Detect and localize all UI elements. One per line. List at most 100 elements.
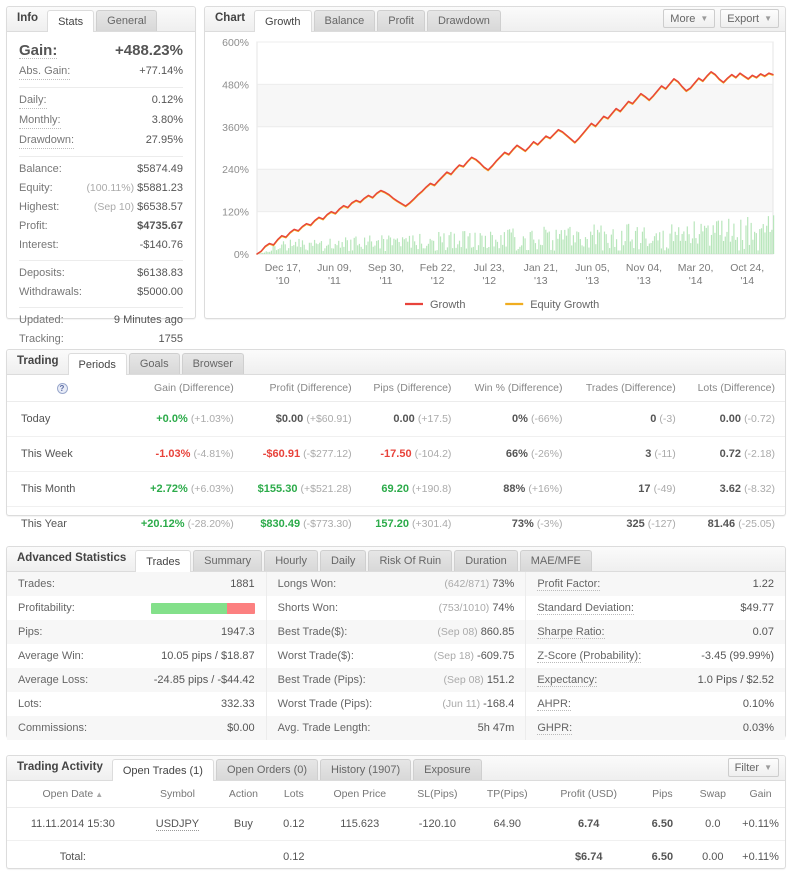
- tab-drawdown[interactable]: Drawdown: [426, 10, 501, 31]
- tab-profit[interactable]: Profit: [377, 10, 425, 31]
- stat-label: AHPR:: [537, 697, 571, 711]
- svg-text:'14: '14: [689, 275, 703, 287]
- metric-difference: (-$773.30): [303, 518, 352, 530]
- info-row-tracking: Tracking: 1755: [19, 330, 183, 349]
- tab-daily[interactable]: Daily: [319, 550, 367, 571]
- activity-col-header[interactable]: Open Price: [317, 781, 403, 808]
- advanced-stat-row: Longs Won: (642/871) 73%: [266, 572, 526, 596]
- info-row-drawdown: Drawdown: 27.95%: [19, 131, 183, 151]
- interest-value: -$140.76: [139, 239, 183, 251]
- activity-col-header[interactable]: Action: [216, 781, 271, 808]
- metric-difference: (-49): [653, 483, 676, 495]
- chevron-down-icon: ▼: [764, 762, 772, 772]
- stat-label: Longs Won:: [277, 578, 337, 590]
- tab-hourly[interactable]: Hourly: [264, 550, 318, 571]
- activity-col-header[interactable]: Open Date ▲: [7, 781, 139, 808]
- stat-label: GHPR:: [537, 721, 573, 735]
- metric-value: 0: [650, 413, 657, 425]
- activity-col-header[interactable]: TP(Pips): [472, 781, 543, 808]
- info-row-monthly: Monthly: 3.80%: [19, 111, 183, 131]
- activity-col-header[interactable]: Swap: [689, 781, 737, 808]
- symbol-link[interactable]: USDJPY: [155, 818, 200, 831]
- metric-difference: (-66%): [530, 413, 563, 425]
- activity-col-header[interactable]: Profit (USD): [542, 781, 636, 808]
- open-price-cell: 115.623: [317, 807, 403, 841]
- metric-cell: 73% (-3%): [461, 507, 572, 542]
- chart-panel-title: Chart: [215, 12, 246, 24]
- metric-cell: +20.12% (-28.20%): [127, 507, 244, 542]
- abs-gain-label: Abs. Gain:: [19, 64, 71, 80]
- info-body: Gain: +488.23% Abs. Gain: +77.14% Daily:…: [7, 32, 195, 353]
- trading-panel: Trading Periods Goals Browser ? Gain (Dif…: [6, 349, 786, 530]
- export-button[interactable]: Export ▼: [720, 9, 779, 28]
- activity-col-header[interactable]: SL(Pips): [402, 781, 473, 808]
- stat-value: 5h 47m: [477, 722, 515, 734]
- filter-button[interactable]: Filter ▼: [727, 758, 779, 777]
- table-row[interactable]: 11.11.2014 15:30 USDJPY Buy 0.12 115.623 -120…: [7, 807, 785, 841]
- tab-stats[interactable]: Stats: [47, 10, 95, 32]
- stat-label: Best Trade($):: [277, 626, 348, 638]
- tab-growth[interactable]: Growth: [254, 10, 312, 32]
- tab-balance[interactable]: Balance: [313, 10, 376, 31]
- tab-open-orders[interactable]: Open Orders (0): [215, 759, 319, 780]
- stat-prefix: (Jun 11): [442, 698, 481, 710]
- tab-history[interactable]: History (1907): [320, 759, 412, 780]
- updated-label: Updated:: [19, 314, 64, 326]
- metric-value: $830.49: [260, 518, 301, 530]
- tab-risk-of-ruin[interactable]: Risk Of Ruin: [368, 550, 453, 571]
- advanced-stat-row: Sharpe Ratio: 0.07: [526, 620, 786, 644]
- action-cell: Buy: [216, 807, 271, 841]
- question-mark-icon[interactable]: ?: [56, 383, 68, 394]
- metric-value: 66%: [505, 448, 528, 460]
- activity-col-header[interactable]: Gain: [736, 781, 785, 808]
- metric-cell: -17.50 (-104.2): [361, 436, 462, 472]
- metric-value: 3.62: [719, 483, 741, 495]
- metric-cell: 157.20 (+301.4): [362, 507, 462, 542]
- info-row-highest: Highest: (Sep 10) $6538.57: [19, 198, 183, 217]
- tab-general[interactable]: General: [96, 10, 158, 31]
- activity-col-header[interactable]: Symbol: [138, 781, 217, 808]
- advanced-stat-row: Profit Factor: 1.22: [526, 572, 786, 596]
- trading-col-header: Lots (Difference): [685, 375, 785, 402]
- stat-value: -3.45 (99.99%): [701, 650, 775, 662]
- growth-chart[interactable]: 0%120%240%360%480%600%Dec 17,'10Jun 09,'…: [205, 32, 785, 318]
- chart-body: 0% 120% 240% 360% 480% 600% Dec 17, '10 Jun 09, '…: [205, 32, 785, 319]
- activity-panel-title: Trading Activity: [17, 761, 103, 773]
- highest-label: Highest:: [19, 201, 60, 213]
- info-panel: Info Stats General Gain: +488.23% Abs. G…: [6, 6, 196, 345]
- tab-open-trades[interactable]: Open Trades (1): [111, 759, 214, 781]
- info-panel-title: Info: [17, 12, 39, 24]
- advanced-column-1: Trades: 1881 Profitability: Pips: 1947.3 Aver…: [7, 572, 266, 740]
- metric-cell: 0.00 (+17.5): [361, 401, 462, 437]
- stat-value: 10.05 pips / $18.87: [161, 650, 255, 662]
- tab-duration[interactable]: Duration: [454, 550, 518, 571]
- tab-trades[interactable]: Trades: [135, 550, 192, 572]
- metric-difference: (+6.03%): [190, 483, 234, 495]
- metric-value: 69.20: [381, 483, 409, 495]
- advanced-tabbar: Advanced Statistics Trades Summary Hourl…: [7, 547, 785, 572]
- svg-text:'12: '12: [431, 275, 445, 287]
- tab-exposure[interactable]: Exposure: [413, 759, 482, 780]
- info-help-icon[interactable]: ?: [7, 375, 127, 402]
- metric-value: 0.72: [719, 448, 741, 460]
- total-tp: [472, 841, 542, 874]
- activity-col-header[interactable]: Pips: [635, 781, 690, 808]
- stat-value: $49.77: [740, 602, 775, 614]
- tab-goals[interactable]: Goals: [128, 353, 180, 374]
- stat-prefix: (642/871): [444, 578, 490, 590]
- tab-mae-mfe[interactable]: MAE/MFE: [519, 550, 592, 571]
- stat-label: Average Loss:: [18, 674, 89, 686]
- metric-cell: 88% (+16%): [461, 471, 573, 507]
- activity-col-header[interactable]: Lots: [270, 781, 318, 808]
- tab-browser[interactable]: Browser: [181, 353, 244, 374]
- stat-label: Average Win:: [18, 650, 84, 662]
- stat-value: [150, 602, 255, 614]
- more-button[interactable]: More ▼: [663, 9, 716, 28]
- tab-summary[interactable]: Summary: [193, 550, 263, 571]
- advanced-column-3: Profit Factor: 1.22 Standard Deviation: $49…: [525, 572, 786, 740]
- metric-difference: (-8.32): [744, 483, 775, 495]
- info-row-equity: Equity: (100.11%) $5881.23: [19, 179, 183, 198]
- updated-value: 9 Minutes ago: [113, 314, 183, 326]
- export-label: Export: [727, 12, 760, 25]
- tab-periods[interactable]: Periods: [67, 353, 127, 375]
